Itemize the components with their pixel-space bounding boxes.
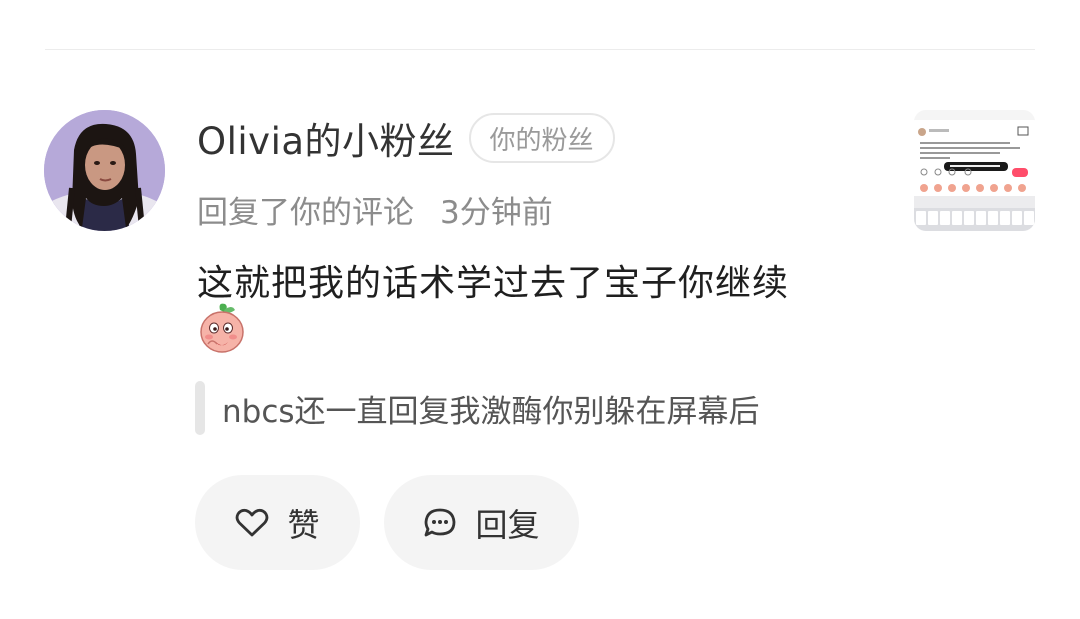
like-label: 赞 (287, 505, 320, 544)
quoted-comment-text: nbcs还一直回复我激酶你别躲在屏幕后 (222, 393, 760, 430)
reply-label: 回复 (475, 505, 540, 544)
reply-button[interactable]: 回复 (384, 475, 579, 570)
original-post-thumbnail[interactable] (914, 110, 1035, 231)
username[interactable]: Olivia的小粉丝 (197, 111, 455, 165)
quote-bar (195, 381, 205, 435)
like-button[interactable]: 赞 (195, 475, 360, 570)
fan-badge: 你的粉丝 (468, 113, 615, 163)
action-text: 回复了你的评论 (197, 195, 414, 231)
avatar-image (44, 110, 165, 231)
notification-meta: 回复了你的评论 3分钟前 (197, 187, 553, 232)
heart-icon (236, 508, 269, 536)
timestamp: 3分钟前 (440, 195, 553, 231)
quoted-comment[interactable]: nbcs还一直回复我激酶你别躲在屏幕后 (195, 381, 895, 435)
username-row: Olivia的小粉丝 你的粉丝 (197, 112, 615, 164)
top-divider (45, 49, 1035, 50)
comment-bubble-icon (425, 508, 456, 536)
avatar[interactable] (44, 110, 165, 231)
reply-comment-text[interactable]: 这就把我的话术学过去了宝子你继续 (197, 254, 789, 306)
screenshot-thumbnail-image (914, 110, 1035, 231)
peach-emoji-sticker-icon (198, 302, 246, 354)
